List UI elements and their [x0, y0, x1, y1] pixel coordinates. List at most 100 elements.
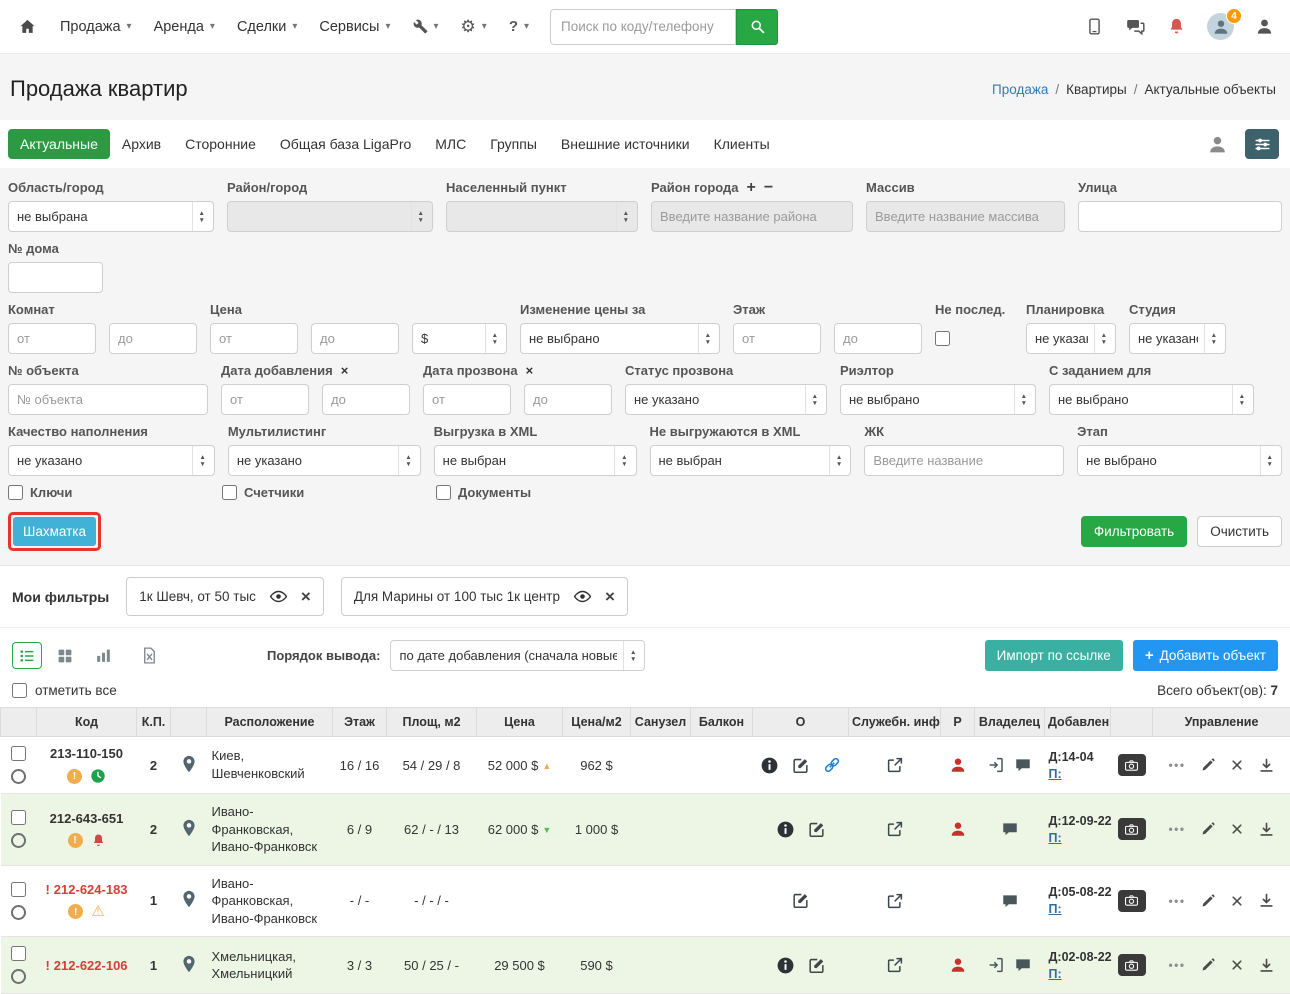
row-checkbox[interactable]	[11, 746, 26, 761]
tab-groups[interactable]: Группы	[478, 129, 549, 159]
realtor-person-icon[interactable]	[944, 820, 972, 838]
comment-icon[interactable]	[1014, 756, 1032, 774]
more-actions-icon[interactable]: •••	[1168, 822, 1185, 836]
exclamation-badge-icon[interactable]: !	[68, 833, 83, 848]
delete-icon[interactable]	[1230, 758, 1244, 772]
warning-triangle-icon[interactable]: ⚠	[91, 904, 104, 919]
rooms-from-input[interactable]	[8, 323, 96, 354]
external-link-icon[interactable]	[852, 892, 938, 910]
delete-icon[interactable]	[1230, 894, 1244, 908]
map-pin-icon[interactable]	[179, 754, 199, 774]
tab-common-base[interactable]: Общая база LigaPro	[268, 129, 423, 159]
import-by-link-button[interactable]: Импорт по ссылке	[985, 640, 1123, 671]
grid-view-button[interactable]	[50, 642, 80, 669]
call-status-select[interactable]: не указано	[625, 384, 827, 415]
external-link-icon[interactable]	[852, 820, 938, 838]
object-code[interactable]: 213-110-150	[40, 746, 134, 761]
residential-complex-input[interactable]	[864, 445, 1064, 476]
quality-select[interactable]: не указано	[8, 445, 215, 476]
header-code[interactable]: Код	[37, 708, 137, 737]
chess-view-button[interactable]: Шахматка	[13, 517, 96, 546]
nav-menu-services[interactable]: Сервисы▾	[308, 13, 401, 41]
header-location[interactable]: Расположение	[207, 708, 333, 737]
studio-select[interactable]: не указано	[1129, 323, 1226, 354]
edit-pencil-icon[interactable]	[1200, 957, 1216, 973]
knowledge-base-icon[interactable]	[1085, 17, 1104, 36]
photos-button[interactable]	[1118, 954, 1146, 976]
filter-settings-button[interactable]	[1245, 129, 1279, 159]
layout-select[interactable]: не указано	[1026, 323, 1116, 354]
comment-icon[interactable]	[1001, 820, 1019, 838]
region-select[interactable]: не выбрана	[8, 201, 214, 232]
house-number-input[interactable]	[8, 262, 103, 293]
excel-export-button[interactable]	[140, 646, 159, 665]
clear-filter-button[interactable]: Очистить	[1197, 516, 1282, 547]
tab-mls[interactable]: МЛС	[423, 129, 478, 159]
call-date-link[interactable]: П:	[1049, 767, 1062, 781]
object-code[interactable]: !212-622-106	[40, 958, 134, 973]
notifications-bell-icon[interactable]	[1167, 17, 1186, 36]
rooms-to-input[interactable]	[109, 323, 197, 354]
edit-pencil-icon[interactable]	[1200, 757, 1216, 773]
eye-icon[interactable]	[573, 587, 592, 606]
call-date-link[interactable]: П:	[1049, 831, 1062, 845]
saved-filter-chip[interactable]: 1к Шевч, от 50 тыс ×	[126, 577, 324, 616]
price-change-select[interactable]: не выбрано	[520, 323, 720, 354]
more-actions-icon[interactable]: •••	[1168, 758, 1185, 772]
link-icon[interactable]	[822, 755, 842, 775]
download-icon[interactable]	[1258, 892, 1275, 909]
call-date-link[interactable]: П:	[1049, 902, 1062, 916]
price-from-input[interactable]	[210, 323, 298, 354]
tab-external-sources[interactable]: Внешние источники	[549, 129, 702, 159]
edit-note-icon[interactable]	[791, 891, 810, 910]
call-date-link[interactable]: П:	[1049, 967, 1062, 981]
delete-icon[interactable]	[1230, 822, 1244, 836]
breadcrumb-link-sale[interactable]: Продажа	[992, 82, 1048, 97]
keys-checkbox[interactable]	[8, 485, 23, 500]
door-exit-icon[interactable]	[987, 756, 1005, 774]
map-pin-icon[interactable]	[179, 818, 199, 838]
multilisting-select[interactable]: не указано	[228, 445, 421, 476]
person-icon[interactable]	[1207, 134, 1228, 155]
tab-clients[interactable]: Клиенты	[702, 129, 782, 159]
photos-button[interactable]	[1118, 754, 1146, 776]
header-balcony[interactable]: Балкон	[691, 708, 753, 737]
header-area[interactable]: Площ, м2	[387, 708, 477, 737]
nav-menu-tools[interactable]: ▾	[402, 13, 450, 40]
tab-third-party[interactable]: Сторонние	[173, 129, 268, 159]
realtor-person-icon[interactable]	[944, 956, 972, 974]
date-added-from-input[interactable]	[221, 384, 309, 415]
header-o[interactable]: О	[753, 708, 849, 737]
floor-to-input[interactable]	[834, 323, 922, 354]
edit-pencil-icon[interactable]	[1200, 893, 1216, 909]
status-circle-icon[interactable]	[11, 833, 26, 848]
street-input[interactable]	[1078, 201, 1282, 232]
search-button[interactable]	[736, 9, 778, 45]
row-checkbox[interactable]	[11, 946, 26, 961]
comment-icon[interactable]	[1014, 956, 1032, 974]
saved-filter-chip[interactable]: Для Марины от 100 тыс 1к центр ×	[341, 577, 628, 616]
date-call-from-input[interactable]	[423, 384, 511, 415]
xml-not-export-select[interactable]: не выбран	[650, 445, 852, 476]
clear-date-call-icon[interactable]: ×	[526, 363, 534, 378]
counters-checkbox[interactable]	[222, 485, 237, 500]
more-actions-icon[interactable]: •••	[1168, 958, 1185, 972]
header-service-info[interactable]: Служебн. инфо	[849, 708, 941, 737]
header-owner[interactable]: Владелец	[975, 708, 1045, 737]
nav-menu-rent[interactable]: Аренда▾	[143, 13, 226, 41]
task-for-select[interactable]: не выбрано	[1049, 384, 1254, 415]
currency-select[interactable]: $	[412, 323, 507, 354]
photos-button[interactable]	[1118, 890, 1146, 912]
edit-pencil-icon[interactable]	[1200, 821, 1216, 837]
date-call-to-input[interactable]	[524, 384, 612, 415]
select-all-checkbox[interactable]	[12, 683, 27, 698]
search-input[interactable]	[550, 9, 736, 45]
external-link-icon[interactable]	[852, 956, 938, 974]
download-icon[interactable]	[1258, 821, 1275, 838]
not-last-floor-checkbox[interactable]	[935, 331, 950, 346]
edit-note-icon[interactable]	[807, 820, 826, 839]
realtor-person-icon[interactable]	[944, 756, 972, 774]
object-code[interactable]: !212-624-183	[40, 882, 134, 897]
header-price[interactable]: Цена	[477, 708, 563, 737]
clear-date-added-icon[interactable]: ×	[341, 363, 349, 378]
